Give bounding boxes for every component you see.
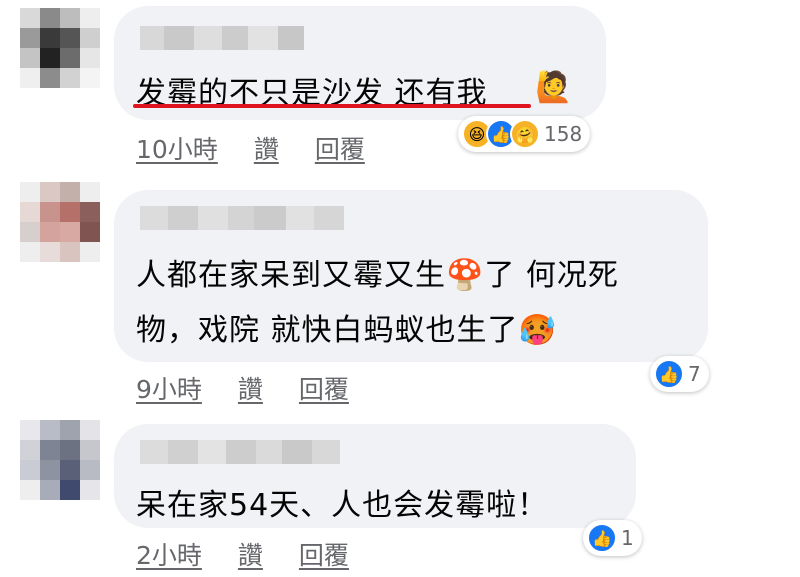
reactions-summary[interactable]: 👍 1 (583, 520, 642, 556)
red-underline-mark (133, 104, 531, 108)
comment-text-line-2: 物，戏院 就快白蚂蚁也生了🥵 (136, 313, 557, 348)
avatar[interactable] (20, 182, 100, 262)
comment-time-link[interactable]: 10小時 (136, 130, 218, 166)
mushroom-emoji-icon: 🍄 (446, 258, 485, 293)
care-icon: 🤗 (510, 119, 540, 149)
avatar[interactable] (20, 8, 100, 88)
reaction-count: 7 (688, 362, 701, 386)
commenter-name-redacted[interactable] (140, 26, 304, 50)
comment-actions: 2小時 讚 回覆 (136, 536, 349, 572)
reply-button[interactable]: 回覆 (299, 370, 349, 406)
like-button[interactable]: 讚 (238, 536, 263, 572)
comment-time-link[interactable]: 2小時 (136, 536, 202, 572)
like-button[interactable]: 讚 (238, 370, 263, 406)
commenter-name-redacted[interactable] (140, 440, 340, 464)
reaction-count: 1 (621, 526, 634, 550)
comment-actions: 10小時 讚 回覆 (136, 130, 365, 166)
avatar[interactable] (20, 420, 100, 500)
person-raising-hand-emoji-icon: 🙋 (535, 70, 573, 105)
reactions-summary[interactable]: 😆 👍 🤗 158 (458, 116, 591, 152)
like-icon: 👍 (587, 523, 617, 553)
reactions-summary[interactable]: 👍 7 (650, 356, 709, 392)
reply-button[interactable]: 回覆 (299, 536, 349, 572)
hot-face-emoji-icon: 🥵 (518, 313, 557, 348)
like-button[interactable]: 讚 (254, 130, 279, 166)
comment-time-link[interactable]: 9小時 (136, 370, 202, 406)
commenter-name-redacted[interactable] (140, 206, 344, 230)
comment-text-line-1: 人都在家呆到又霉又生🍄了 何况死 (136, 258, 619, 293)
comment-text: 呆在家54天、人也会发霉啦！ (136, 488, 549, 523)
reply-button[interactable]: 回覆 (315, 130, 365, 166)
reaction-count: 158 (544, 122, 583, 146)
comment-actions: 9小時 讚 回覆 (136, 370, 349, 406)
like-icon: 👍 (654, 359, 684, 389)
